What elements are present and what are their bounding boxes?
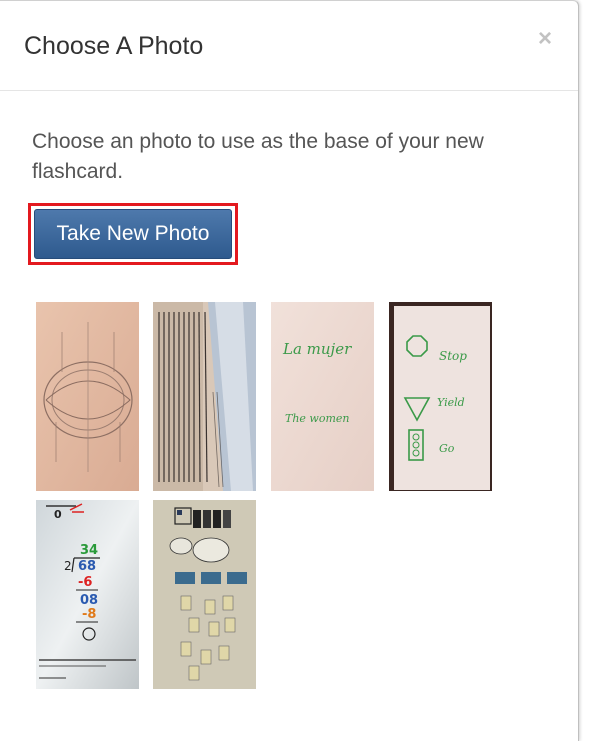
svg-text:-6: -6	[78, 575, 92, 590]
whiteboard-traffic-signs-photo: Stop Yield Go	[389, 302, 492, 491]
svg-text:Go: Go	[439, 442, 455, 455]
photo-thumbnail-1[interactable]	[36, 302, 139, 491]
svg-text:2: 2	[64, 559, 72, 573]
wall-chart-diagram-photo	[153, 500, 256, 689]
svg-text:Stop: Stop	[439, 349, 467, 363]
svg-text:34: 34	[80, 543, 98, 558]
photo-thumbnail-4[interactable]: Stop Yield Go	[389, 302, 492, 491]
whiteboard-la-mujer-photo: La mujer The women	[271, 302, 374, 491]
modal-description: Choose an photo to use as the base of yo…	[32, 130, 484, 183]
highlight-box: Take New Photo	[28, 203, 238, 265]
svg-text:La mujer: La mujer	[282, 340, 352, 358]
photo-thumbnail-5[interactable]: 0 34 2 68 -6 08 -8	[36, 500, 139, 689]
take-new-photo-button[interactable]: Take New Photo	[34, 209, 232, 259]
open-book-page-photo	[153, 302, 256, 491]
svg-text:08: 08	[80, 593, 98, 608]
textbook-diagram-photo	[36, 302, 139, 491]
svg-text:0: 0	[54, 508, 62, 521]
svg-text:-8: -8	[82, 607, 96, 622]
photo-thumbnail-2[interactable]	[153, 302, 256, 491]
modal-title: Choose A Photo	[24, 32, 204, 60]
photo-thumbnail-3[interactable]: La mujer The women	[271, 302, 374, 491]
modal-header: Choose A Photo ×	[0, 1, 578, 91]
svg-text:68: 68	[78, 559, 96, 574]
svg-text:The women: The women	[285, 412, 350, 425]
photo-thumbnail-6[interactable]	[153, 500, 256, 689]
close-icon[interactable]: ×	[538, 27, 552, 51]
svg-text:Yield: Yield	[437, 396, 465, 409]
long-division-worksheet-photo: 0 34 2 68 -6 08 -8	[36, 500, 139, 689]
choose-photo-modal: Choose A Photo × Choose an photo to use …	[0, 0, 579, 741]
